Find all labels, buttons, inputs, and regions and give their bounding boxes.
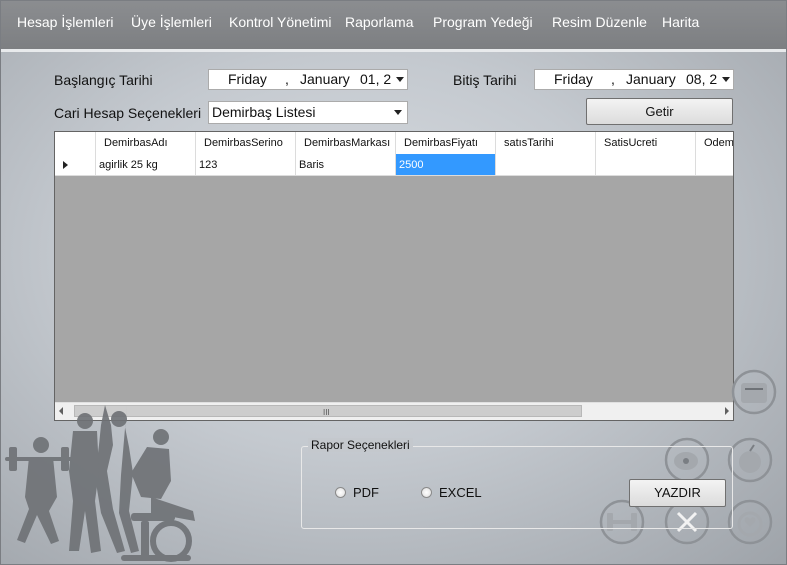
data-grid[interactable]: DemirbasAdı DemirbasSerino DemirbasMarka… — [54, 131, 734, 421]
column-header[interactable]: Odeme — [696, 132, 733, 154]
column-header[interactable]: satısTarihi — [496, 132, 596, 154]
row-header[interactable] — [55, 154, 96, 176]
account-options-value: Demirbaş Listesi — [212, 104, 316, 120]
start-date-sep: , — [285, 71, 289, 87]
report-options-title: Rapor Seçenekleri — [308, 438, 413, 452]
chevron-down-icon[interactable] — [394, 110, 402, 115]
grid-header: DemirbasAdı DemirbasSerino DemirbasMarka… — [55, 132, 733, 155]
start-date-value: 01, 2( — [360, 71, 396, 87]
menu-resim-duzenle[interactable]: Resim Düzenle — [552, 14, 647, 30]
table-row[interactable]: agirlik 25 kg 123 Baris 2500 — [55, 154, 733, 176]
heart-stopwatch-icon — [727, 499, 773, 545]
column-header[interactable]: DemirbasFiyatı — [396, 132, 496, 154]
chevron-down-icon[interactable] — [722, 77, 730, 82]
pdf-radio[interactable]: PDF — [335, 485, 379, 500]
grid-cell-selected[interactable]: 2500 — [396, 154, 496, 176]
fetch-button[interactable]: Getir — [586, 98, 733, 125]
menu-kontrol-yonetimi[interactable]: Kontrol Yönetimi — [229, 14, 331, 30]
grid-cell[interactable] — [696, 154, 733, 176]
end-date-value: 08, 2( — [686, 71, 722, 87]
excel-radio[interactable]: EXCEL — [421, 485, 482, 500]
column-header[interactable]: DemirbasSerino — [196, 132, 296, 154]
scroll-right-icon[interactable] — [725, 407, 729, 415]
apple-icon — [727, 437, 773, 483]
column-header[interactable]: DemirbasAdı — [96, 132, 196, 154]
radio-circle-icon[interactable] — [335, 487, 346, 498]
print-button[interactable]: YAZDIR — [629, 479, 726, 507]
end-date-day: Friday — [554, 71, 593, 87]
grid-cell[interactable]: agirlik 25 kg — [96, 154, 196, 176]
grid-cell[interactable]: 123 — [196, 154, 296, 176]
fitness-silhouette — [5, 405, 195, 562]
menu-hesap-islemleri[interactable]: Hesap İşlemleri — [17, 14, 113, 30]
pdf-radio-label: PDF — [353, 485, 379, 500]
start-date-day: Friday — [228, 71, 267, 87]
account-options-select[interactable]: Demirbaş Listesi — [208, 101, 408, 124]
column-header[interactable]: DemirbasMarkası — [296, 132, 396, 154]
grid-cell[interactable] — [596, 154, 696, 176]
header-corner — [55, 132, 96, 154]
end-date-month: January — [626, 71, 676, 87]
start-date-label: Başlangıç Tarihi — [54, 72, 153, 88]
current-row-arrow-icon — [63, 161, 68, 169]
report-options-group: Rapor Seçenekleri PDF EXCEL YAZDIR — [301, 438, 733, 529]
grid-cell[interactable] — [496, 154, 596, 176]
menu-raporlama[interactable]: Raporlama — [345, 14, 413, 30]
radio-circle-icon[interactable] — [421, 487, 432, 498]
menu-uye-islemleri[interactable]: Üye İşlemleri — [131, 14, 212, 30]
main-window: Hesap İşlemleri Üye İşlemleri Kontrol Yö… — [0, 0, 787, 565]
column-header[interactable]: SatisUcreti — [596, 132, 696, 154]
scroll-grip: III — [323, 408, 330, 417]
grid-cell[interactable]: Baris — [296, 154, 396, 176]
account-options-label: Cari Hesap Seçenekleri — [54, 105, 202, 121]
excel-radio-label: EXCEL — [439, 485, 482, 500]
start-date-picker[interactable]: Friday , January 01, 2( — [208, 69, 408, 90]
end-date-label: Bitiş Tarihi — [453, 72, 517, 88]
end-date-sep: , — [611, 71, 615, 87]
end-date-picker[interactable]: Friday , January 08, 2( — [534, 69, 734, 90]
menu-harita[interactable]: Harita — [662, 14, 699, 30]
menu-program-yedegi[interactable]: Program Yedeği — [433, 14, 533, 30]
scale-icon — [731, 369, 777, 415]
menu-bar: Hesap İşlemleri Üye İşlemleri Kontrol Yö… — [1, 1, 786, 52]
start-date-month: January — [300, 71, 350, 87]
chevron-down-icon[interactable] — [396, 77, 404, 82]
